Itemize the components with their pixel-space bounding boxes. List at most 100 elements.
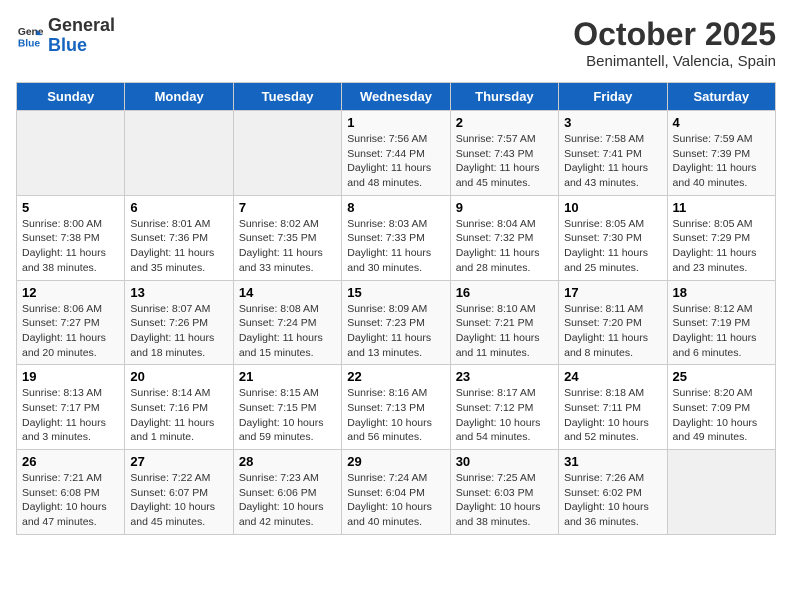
day-info: Sunrise: 8:20 AM Sunset: 7:09 PM Dayligh…: [673, 386, 770, 445]
weekday-header: Saturday: [667, 83, 775, 111]
logo: General Blue General Blue: [16, 16, 115, 56]
calendar-cell: [17, 111, 125, 196]
calendar-cell: 29 Sunrise: 7:24 AM Sunset: 6:04 PM Dayli…: [342, 450, 450, 535]
calendar-week-row: 12 Sunrise: 8:06 AM Sunset: 7:27 PM Dayli…: [17, 280, 776, 365]
day-info: Sunrise: 7:56 AM Sunset: 7:44 PM Dayligh…: [347, 132, 444, 191]
day-number: 23: [456, 369, 553, 384]
day-info: Sunrise: 8:11 AM Sunset: 7:20 PM Dayligh…: [564, 302, 661, 361]
logo-icon: General Blue: [16, 22, 44, 50]
logo-text: General Blue: [48, 16, 115, 56]
calendar-cell: 28Sunrise: 7:23 AM Sunset: 6:06 PM Dayli…: [233, 450, 341, 535]
month-title: October 2025: [573, 16, 776, 53]
calendar-cell: [125, 111, 233, 196]
calendar-cell: 6 Sunrise: 8:01 AM Sunset: 7:36 PM Daylig…: [125, 195, 233, 280]
day-info: Sunrise: 7:59 AM Sunset: 7:39 PM Dayligh…: [673, 132, 770, 191]
day-number: 30: [456, 454, 553, 469]
day-number: 2: [456, 115, 553, 130]
day-info: Sunrise: 8:18 AM Sunset: 7:11 PM Dayligh…: [564, 386, 661, 445]
day-number: 5: [22, 200, 119, 215]
title-area: October 2025 Benimantell, Valencia, Spai…: [573, 16, 776, 70]
calendar-cell: 7 Sunrise: 8:02 AM Sunset: 7:35 PM Daylig…: [233, 195, 341, 280]
calendar-cell: 14Sunrise: 8:08 AM Sunset: 7:24 PM Dayli…: [233, 280, 341, 365]
day-number: 15: [347, 285, 444, 300]
day-info: Sunrise: 7:26 AM Sunset: 6:02 PM Dayligh…: [564, 471, 661, 530]
calendar-week-row: 1 Sunrise: 7:56 AM Sunset: 7:44 PM Daylig…: [17, 111, 776, 196]
calendar-cell: 8Sunrise: 8:03 AM Sunset: 7:33 PM Daylig…: [342, 195, 450, 280]
day-number: 4: [673, 115, 770, 130]
day-number: 16: [456, 285, 553, 300]
day-number: 6: [130, 200, 227, 215]
day-info: Sunrise: 8:09 AM Sunset: 7:23 PM Dayligh…: [347, 302, 444, 361]
calendar-cell: 24 Sunrise: 8:18 AM Sunset: 7:11 PM Dayli…: [559, 365, 667, 450]
day-number: 28: [239, 454, 336, 469]
day-number: 8: [347, 200, 444, 215]
day-info: Sunrise: 8:15 AM Sunset: 7:15 PM Dayligh…: [239, 386, 336, 445]
day-number: 20: [130, 369, 227, 384]
day-number: 29: [347, 454, 444, 469]
calendar-cell: 12 Sunrise: 8:06 AM Sunset: 7:27 PM Dayli…: [17, 280, 125, 365]
day-number: 24: [564, 369, 661, 384]
calendar-cell: 18 Sunrise: 8:12 AM Sunset: 7:19 PM Dayli…: [667, 280, 775, 365]
svg-text:General: General: [18, 27, 44, 38]
day-number: 25: [673, 369, 770, 384]
day-info: Sunrise: 8:00 AM Sunset: 7:38 PM Dayligh…: [22, 217, 119, 276]
calendar-cell: 4 Sunrise: 7:59 AM Sunset: 7:39 PM Daylig…: [667, 111, 775, 196]
calendar-cell: 19Sunrise: 8:13 AM Sunset: 7:17 PM Dayli…: [17, 365, 125, 450]
day-info: Sunrise: 8:10 AM Sunset: 7:21 PM Dayligh…: [456, 302, 553, 361]
day-number: 27: [130, 454, 227, 469]
day-number: 17: [564, 285, 661, 300]
day-info: Sunrise: 8:17 AM Sunset: 7:12 PM Dayligh…: [456, 386, 553, 445]
day-info: Sunrise: 7:57 AM Sunset: 7:43 PM Dayligh…: [456, 132, 553, 191]
day-number: 13: [130, 285, 227, 300]
calendar-cell: 10Sunrise: 8:05 AM Sunset: 7:30 PM Dayli…: [559, 195, 667, 280]
day-info: Sunrise: 8:07 AM Sunset: 7:26 PM Dayligh…: [130, 302, 227, 361]
calendar-cell: 25 Sunrise: 8:20 AM Sunset: 7:09 PM Dayli…: [667, 365, 775, 450]
calendar-cell: 27 Sunrise: 7:22 AM Sunset: 6:07 PM Dayli…: [125, 450, 233, 535]
day-info: Sunrise: 8:01 AM Sunset: 7:36 PM Dayligh…: [130, 217, 227, 276]
calendar-cell: 11 Sunrise: 8:05 AM Sunset: 7:29 PM Dayli…: [667, 195, 775, 280]
calendar-week-row: 19Sunrise: 8:13 AM Sunset: 7:17 PM Dayli…: [17, 365, 776, 450]
day-info: Sunrise: 7:24 AM Sunset: 6:04 PM Dayligh…: [347, 471, 444, 530]
day-info: Sunrise: 8:02 AM Sunset: 7:35 PM Dayligh…: [239, 217, 336, 276]
day-number: 21: [239, 369, 336, 384]
day-number: 3: [564, 115, 661, 130]
day-number: 26: [22, 454, 119, 469]
calendar-cell: 17 Sunrise: 8:11 AM Sunset: 7:20 PM Dayli…: [559, 280, 667, 365]
day-info: Sunrise: 7:22 AM Sunset: 6:07 PM Dayligh…: [130, 471, 227, 530]
day-number: 12: [22, 285, 119, 300]
day-info: Sunrise: 8:04 AM Sunset: 7:32 PM Dayligh…: [456, 217, 553, 276]
calendar-cell: 26 Sunrise: 7:21 AM Sunset: 6:08 PM Dayli…: [17, 450, 125, 535]
day-number: 11: [673, 200, 770, 215]
calendar-cell: 16 Sunrise: 8:10 AM Sunset: 7:21 PM Dayli…: [450, 280, 558, 365]
day-info: Sunrise: 8:13 AM Sunset: 7:17 PM Dayligh…: [22, 386, 119, 445]
weekday-header: Sunday: [17, 83, 125, 111]
day-info: Sunrise: 7:25 AM Sunset: 6:03 PM Dayligh…: [456, 471, 553, 530]
day-info: Sunrise: 7:58 AM Sunset: 7:41 PM Dayligh…: [564, 132, 661, 191]
weekday-header: Wednesday: [342, 83, 450, 111]
day-info: Sunrise: 8:06 AM Sunset: 7:27 PM Dayligh…: [22, 302, 119, 361]
calendar-week-row: 5 Sunrise: 8:00 AM Sunset: 7:38 PM Daylig…: [17, 195, 776, 280]
svg-text:Blue: Blue: [18, 38, 41, 49]
location-title: Benimantell, Valencia, Spain: [573, 53, 776, 70]
day-info: Sunrise: 8:12 AM Sunset: 7:19 PM Dayligh…: [673, 302, 770, 361]
calendar-cell: 3 Sunrise: 7:58 AM Sunset: 7:41 PM Daylig…: [559, 111, 667, 196]
calendar-cell: 5 Sunrise: 8:00 AM Sunset: 7:38 PM Daylig…: [17, 195, 125, 280]
day-number: 1: [347, 115, 444, 130]
day-number: 18: [673, 285, 770, 300]
day-info: Sunrise: 8:05 AM Sunset: 7:29 PM Dayligh…: [673, 217, 770, 276]
weekday-header-row: SundayMondayTuesdayWednesdayThursdayFrid…: [17, 83, 776, 111]
weekday-header: Tuesday: [233, 83, 341, 111]
calendar-cell: 31Sunrise: 7:26 AM Sunset: 6:02 PM Dayli…: [559, 450, 667, 535]
day-info: Sunrise: 8:16 AM Sunset: 7:13 PM Dayligh…: [347, 386, 444, 445]
calendar-cell: 23 Sunrise: 8:17 AM Sunset: 7:12 PM Dayli…: [450, 365, 558, 450]
weekday-header: Thursday: [450, 83, 558, 111]
calendar-cell: 13 Sunrise: 8:07 AM Sunset: 7:26 PM Dayli…: [125, 280, 233, 365]
calendar-cell: 15 Sunrise: 8:09 AM Sunset: 7:23 PM Dayli…: [342, 280, 450, 365]
weekday-header: Friday: [559, 83, 667, 111]
calendar-cell: [233, 111, 341, 196]
day-number: 7: [239, 200, 336, 215]
day-info: Sunrise: 7:21 AM Sunset: 6:08 PM Dayligh…: [22, 471, 119, 530]
day-number: 22: [347, 369, 444, 384]
calendar-cell: 20Sunrise: 8:14 AM Sunset: 7:16 PM Dayli…: [125, 365, 233, 450]
calendar-table: SundayMondayTuesdayWednesdayThursdayFrid…: [16, 82, 776, 535]
